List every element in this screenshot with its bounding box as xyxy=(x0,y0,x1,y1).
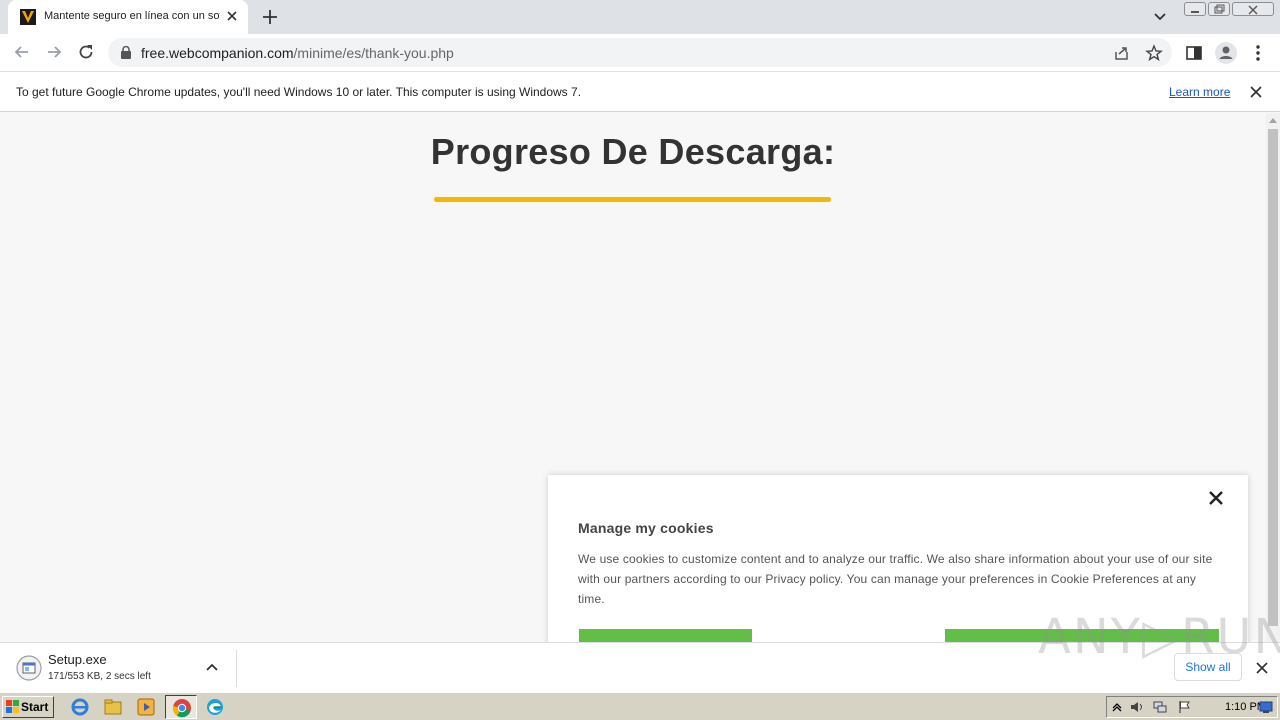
plus-icon[interactable] xyxy=(258,6,282,28)
windows-taskbar: Start 1:10 PM xyxy=(0,692,1280,720)
start-label: Start xyxy=(21,700,49,714)
cookie-panel-body: We use cookies to customize content and … xyxy=(578,552,1213,606)
forward-icon[interactable] xyxy=(44,42,64,62)
system-tray: 1:10 PM xyxy=(1106,696,1278,718)
page-content: Progreso De Descarga: Manage my cookies … xyxy=(0,113,1266,642)
internet-explorer-icon[interactable] xyxy=(70,697,90,717)
scroll-up-arrow-icon[interactable] xyxy=(1269,118,1277,123)
url-path: /minime/es/thank-you.php xyxy=(293,45,454,61)
volume-icon[interactable] xyxy=(1130,700,1144,714)
cookie-accept-button[interactable] xyxy=(579,629,752,642)
file-explorer-icon[interactable] xyxy=(103,697,123,717)
tab-title: Mantente seguro en línea con un software xyxy=(44,10,220,22)
tab-strip: Mantente seguro en línea con un software xyxy=(0,0,1280,34)
share-icon[interactable] xyxy=(1113,44,1131,62)
update-info-bar: To get future Google Chrome updates, you… xyxy=(0,71,1280,112)
page-title: Progreso De Descarga: xyxy=(430,131,836,172)
download-progress-bar xyxy=(434,197,831,202)
browser-tab[interactable]: Mantente seguro en línea con un software xyxy=(8,0,248,34)
file-exe-icon[interactable] xyxy=(16,655,42,681)
screen: Mantente seguro en línea con un software xyxy=(0,0,1280,720)
network-icon[interactable] xyxy=(1153,700,1167,714)
reload-icon[interactable] xyxy=(76,42,96,62)
download-shelf: ANY▷RUN Setup.exe 171/553 KB, 2 secs lef… xyxy=(0,609,1280,692)
address-bar[interactable]: free.webcompanion.com/minime/es/thank-yo… xyxy=(108,38,1172,67)
side-panel-icon[interactable] xyxy=(1184,43,1204,63)
info-bar-message: To get future Google Chrome updates, you… xyxy=(16,85,582,99)
download-file-name[interactable]: Setup.exe xyxy=(48,652,107,667)
edge-icon[interactable] xyxy=(205,697,225,717)
url-host: free.webcompanion.com xyxy=(141,45,294,61)
chrome-icon xyxy=(172,699,191,718)
cookie-panel-title: Manage my cookies xyxy=(578,520,714,536)
start-button[interactable]: Start xyxy=(2,696,54,718)
restore-button[interactable] xyxy=(1208,2,1230,16)
star-icon[interactable] xyxy=(1145,44,1163,62)
show-desktop-icon[interactable] xyxy=(1259,700,1273,714)
media-player-icon[interactable] xyxy=(136,697,156,717)
menu-kebab-icon[interactable] xyxy=(1248,43,1268,63)
close-window-button[interactable] xyxy=(1232,2,1274,16)
minimize-button[interactable] xyxy=(1184,2,1206,16)
url-text[interactable]: free.webcompanion.com/minime/es/thank-yo… xyxy=(141,45,454,61)
download-status: 171/553 KB, 2 secs left xyxy=(48,671,151,682)
windows-logo-icon xyxy=(6,700,19,713)
download-divider xyxy=(236,650,237,687)
page-scrollbar[interactable] xyxy=(1266,113,1280,642)
profile-avatar-icon[interactable] xyxy=(1214,41,1238,65)
chevron-down-icon[interactable] xyxy=(1150,8,1170,26)
webcompanion-favicon xyxy=(20,9,36,25)
close-icon[interactable] xyxy=(224,8,240,24)
learn-more-link[interactable]: Learn more xyxy=(1169,85,1230,99)
chrome-taskbar-button[interactable] xyxy=(165,695,197,719)
chevron-up-icon[interactable] xyxy=(204,660,220,676)
close-icon[interactable] xyxy=(1254,660,1270,676)
flag-icon[interactable] xyxy=(1178,700,1192,714)
lock-icon[interactable] xyxy=(120,46,132,59)
anyrun-watermark: ANY▷RUN xyxy=(1038,609,1280,665)
close-icon[interactable] xyxy=(1248,84,1264,100)
show-all-button[interactable]: Show all xyxy=(1174,653,1242,681)
browser-toolbar: free.webcompanion.com/minime/es/thank-yo… xyxy=(0,34,1280,71)
close-icon[interactable] xyxy=(1207,489,1225,507)
back-icon[interactable] xyxy=(12,42,32,62)
scrollbar-thumb[interactable] xyxy=(1268,129,1278,626)
download-progress-fill xyxy=(434,197,831,202)
tray-expand-icon[interactable] xyxy=(1110,700,1124,714)
